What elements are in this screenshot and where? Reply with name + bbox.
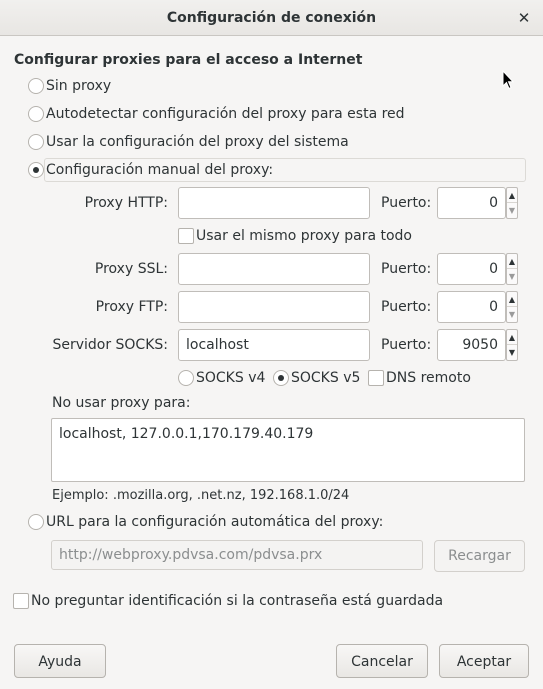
chevron-down-icon[interactable]: ▼: [507, 269, 517, 284]
socks-host-label: Servidor SOCKS:: [52, 337, 168, 353]
ssl-port-stepper[interactable]: ▲ ▼: [506, 253, 518, 285]
chevron-up-icon[interactable]: ▲: [507, 330, 517, 345]
socks-v5-label[interactable]: SOCKS v5: [291, 369, 360, 387]
reload-button[interactable]: Recargar: [434, 540, 525, 572]
close-icon[interactable]: ✕: [512, 7, 536, 29]
no-proxy-label[interactable]: Sin proxy: [46, 77, 111, 95]
ftp-port-stepper[interactable]: ▲ ▼: [506, 291, 518, 323]
auto-config-url-radio[interactable]: [28, 514, 44, 530]
remote-dns-label[interactable]: DNS remoto: [386, 369, 471, 387]
no-prompt-auth-checkbox[interactable]: [13, 593, 29, 609]
no-prompt-auth-label[interactable]: No preguntar identificación si la contra…: [31, 592, 443, 610]
socks-host-input[interactable]: [178, 329, 370, 361]
auto-detect-label[interactable]: Autodetectar configuración del proxy par…: [46, 105, 405, 123]
cancel-button[interactable]: Cancelar: [336, 644, 428, 678]
ssl-port-input[interactable]: [437, 253, 506, 285]
socks-v4-label[interactable]: SOCKS v4: [196, 369, 265, 387]
auto-config-url-input[interactable]: [51, 540, 423, 570]
accept-button[interactable]: Aceptar: [439, 644, 529, 678]
system-proxy-label[interactable]: Usar la configuración del proxy del sist…: [46, 133, 349, 151]
http-proxy-label: Proxy HTTP:: [84, 195, 168, 211]
chevron-up-icon[interactable]: ▲: [507, 292, 517, 307]
socks-v4-radio[interactable]: [178, 370, 194, 386]
manual-proxy-radio[interactable]: [28, 162, 44, 178]
socks-port-input[interactable]: [437, 329, 506, 361]
ftp-proxy-label: Proxy FTP:: [95, 299, 168, 315]
ssl-proxy-label: Proxy SSL:: [94, 261, 168, 277]
same-proxy-label[interactable]: Usar el mismo proxy para todo: [196, 227, 412, 245]
ftp-port-input[interactable]: [437, 291, 506, 323]
window-title: Configuración de conexión: [166, 10, 377, 26]
mouse-pointer-icon: [502, 69, 515, 93]
http-proxy-input[interactable]: [178, 187, 370, 219]
no-proxy-radio[interactable]: [28, 78, 44, 94]
system-proxy-radio[interactable]: [28, 134, 44, 150]
socks-v5-radio[interactable]: [273, 370, 289, 386]
section-title: Configurar proxies para el acceso a Inte…: [14, 52, 363, 68]
no-proxy-for-textarea[interactable]: localhost, 127.0.0.1,170.179.40.179: [51, 418, 525, 482]
manual-proxy-label[interactable]: Configuración manual del proxy:: [46, 161, 273, 179]
no-proxy-for-label: No usar proxy para:: [52, 395, 191, 411]
http-port-label: Puerto:: [381, 195, 432, 211]
http-port-input[interactable]: [437, 187, 506, 219]
no-proxy-example: Ejemplo: .mozilla.org, .net.nz, 192.168.…: [52, 488, 350, 503]
chevron-down-icon[interactable]: ▼: [507, 345, 517, 360]
chevron-down-icon[interactable]: ▼: [507, 307, 517, 322]
chevron-up-icon[interactable]: ▲: [507, 188, 517, 203]
http-port-stepper[interactable]: ▲ ▼: [506, 187, 518, 219]
socks-port-label: Puerto:: [381, 337, 432, 353]
chevron-down-icon[interactable]: ▼: [507, 203, 517, 218]
ftp-proxy-input[interactable]: [178, 291, 370, 323]
ssl-proxy-input[interactable]: [178, 253, 370, 285]
same-proxy-checkbox[interactable]: [178, 228, 194, 244]
auto-config-url-label[interactable]: URL para la configuración automática del…: [46, 513, 383, 531]
chevron-up-icon[interactable]: ▲: [507, 254, 517, 269]
ssl-port-label: Puerto:: [381, 261, 432, 277]
ftp-port-label: Puerto:: [381, 299, 432, 315]
help-button[interactable]: Ayuda: [14, 644, 106, 678]
socks-port-stepper[interactable]: ▲ ▼: [506, 329, 518, 361]
remote-dns-checkbox[interactable]: [368, 370, 384, 386]
auto-detect-radio[interactable]: [28, 106, 44, 122]
